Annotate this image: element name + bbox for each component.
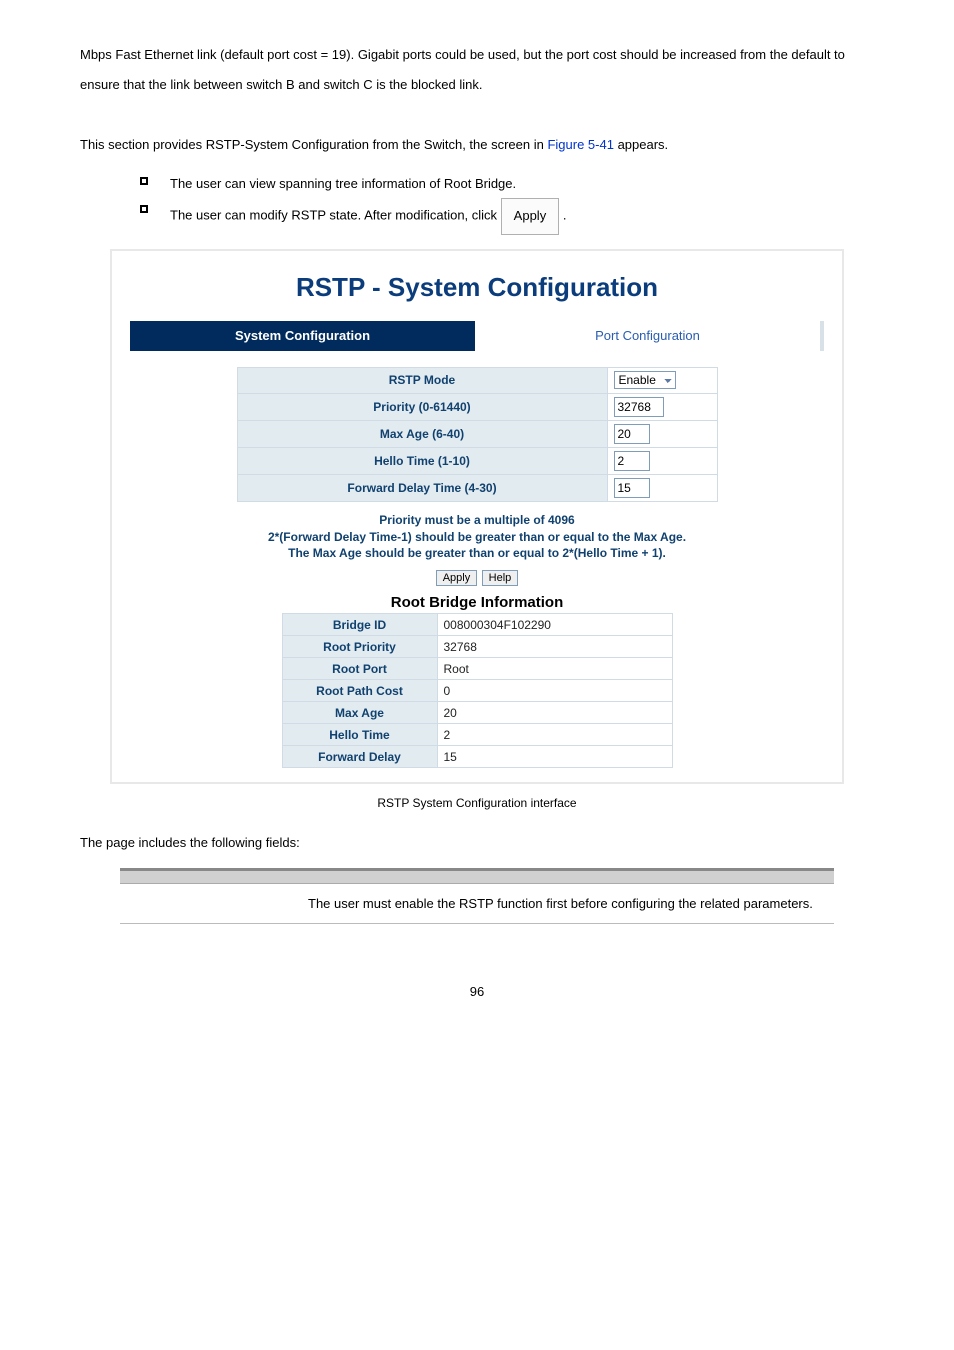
fields-description-table: The user must enable the RSTP function f… (120, 868, 834, 924)
info-value: 0 (437, 680, 672, 702)
table-row: Hello Time2 (282, 724, 672, 746)
info-label: Root Port (282, 658, 437, 680)
info-label: Root Priority (282, 636, 437, 658)
hello-time-input[interactable] (614, 451, 650, 471)
info-label: Hello Time (282, 724, 437, 746)
fields-table-header (120, 870, 834, 884)
bullet-item-1: The user can view spanning tree informat… (140, 170, 874, 199)
info-label: Bridge ID (282, 614, 437, 636)
field-desc-cell: The user must enable the RSTP function f… (300, 884, 834, 924)
config-label: Max Age (6-40) (237, 420, 607, 447)
max-age-input[interactable] (614, 424, 650, 444)
config-label: RSTP Mode (237, 367, 607, 393)
info-value: 32768 (437, 636, 672, 658)
tab-port-configuration[interactable]: Port Configuration (475, 321, 820, 351)
note-line-3: The Max Age should be greater than or eq… (130, 545, 824, 562)
info-label: Forward Delay (282, 746, 437, 768)
info-value: 008000304F102290 (437, 614, 672, 636)
note-line-2: 2*(Forward Delay Time-1) should be great… (130, 529, 824, 546)
fields-table-row: The user must enable the RSTP function f… (120, 884, 834, 924)
intro-p2-a: This section provides RSTP-System Config… (80, 137, 547, 152)
tab-bar: System Configuration Port Configuration (130, 321, 824, 351)
config-row-hello-time: Hello Time (1-10) (237, 447, 717, 474)
config-table: RSTP Mode Enable Priority (0-61440) Max … (237, 367, 718, 502)
info-value: 20 (437, 702, 672, 724)
table-row: Root Path Cost0 (282, 680, 672, 702)
root-bridge-title: Root Bridge Information (130, 594, 824, 611)
config-label: Priority (0-61440) (237, 393, 607, 420)
forward-delay-input[interactable] (614, 478, 650, 498)
priority-notes: Priority must be a multiple of 4096 2*(F… (130, 512, 824, 562)
header-cell (300, 870, 834, 884)
bullet-item-2: The user can modify RSTP state. After mo… (140, 198, 874, 235)
config-label: Hello Time (1-10) (237, 447, 607, 474)
bullet-2-text-b: . (563, 208, 567, 223)
panel-title: RSTP - System Configuration (130, 272, 824, 303)
rstp-screenshot-panel: RSTP - System Configuration System Confi… (110, 249, 844, 784)
tab-separator (820, 321, 824, 351)
page-number: 96 (80, 984, 874, 999)
field-name-cell (120, 884, 300, 924)
info-label: Root Path Cost (282, 680, 437, 702)
priority-input[interactable] (614, 397, 664, 417)
apply-button[interactable]: Apply (436, 570, 478, 586)
figure-reference-link[interactable]: Figure 5-41 (547, 137, 613, 152)
bullet-square-icon (140, 177, 148, 185)
figure-caption: RSTP System Configuration interface (80, 796, 874, 810)
apply-inline-button[interactable]: Apply (501, 198, 560, 235)
table-row: Forward Delay15 (282, 746, 672, 768)
info-value: 15 (437, 746, 672, 768)
table-row: Max Age20 (282, 702, 672, 724)
button-row: Apply Help (130, 568, 824, 586)
config-row-rstp-mode: RSTP Mode Enable (237, 367, 717, 393)
help-button[interactable]: Help (482, 570, 519, 586)
info-value: Root (437, 658, 672, 680)
intro-paragraph-1: Mbps Fast Ethernet link (default port co… (80, 40, 874, 100)
config-label: Forward Delay Time (4-30) (237, 474, 607, 501)
fields-intro: The page includes the following fields: (80, 828, 874, 858)
config-row-forward-delay: Forward Delay Time (4-30) (237, 474, 717, 501)
table-row: Root PortRoot (282, 658, 672, 680)
bullet-2-text-a: The user can modify RSTP state. After mo… (170, 208, 501, 223)
intro-p2-b: appears. (614, 137, 668, 152)
intro-paragraph-2: This section provides RSTP-System Config… (80, 130, 874, 160)
note-line-1: Priority must be a multiple of 4096 (130, 512, 824, 529)
table-row: Root Priority32768 (282, 636, 672, 658)
header-cell (120, 870, 300, 884)
rstp-mode-select[interactable]: Enable (614, 371, 676, 389)
bullet-square-icon (140, 205, 148, 213)
info-value: 2 (437, 724, 672, 746)
root-bridge-table: Bridge ID008000304F102290 Root Priority3… (282, 613, 673, 768)
info-label: Max Age (282, 702, 437, 724)
bullet-1-text: The user can view spanning tree informat… (170, 176, 516, 191)
config-row-priority: Priority (0-61440) (237, 393, 717, 420)
config-row-max-age: Max Age (6-40) (237, 420, 717, 447)
tab-system-configuration[interactable]: System Configuration (130, 321, 475, 351)
table-row: Bridge ID008000304F102290 (282, 614, 672, 636)
